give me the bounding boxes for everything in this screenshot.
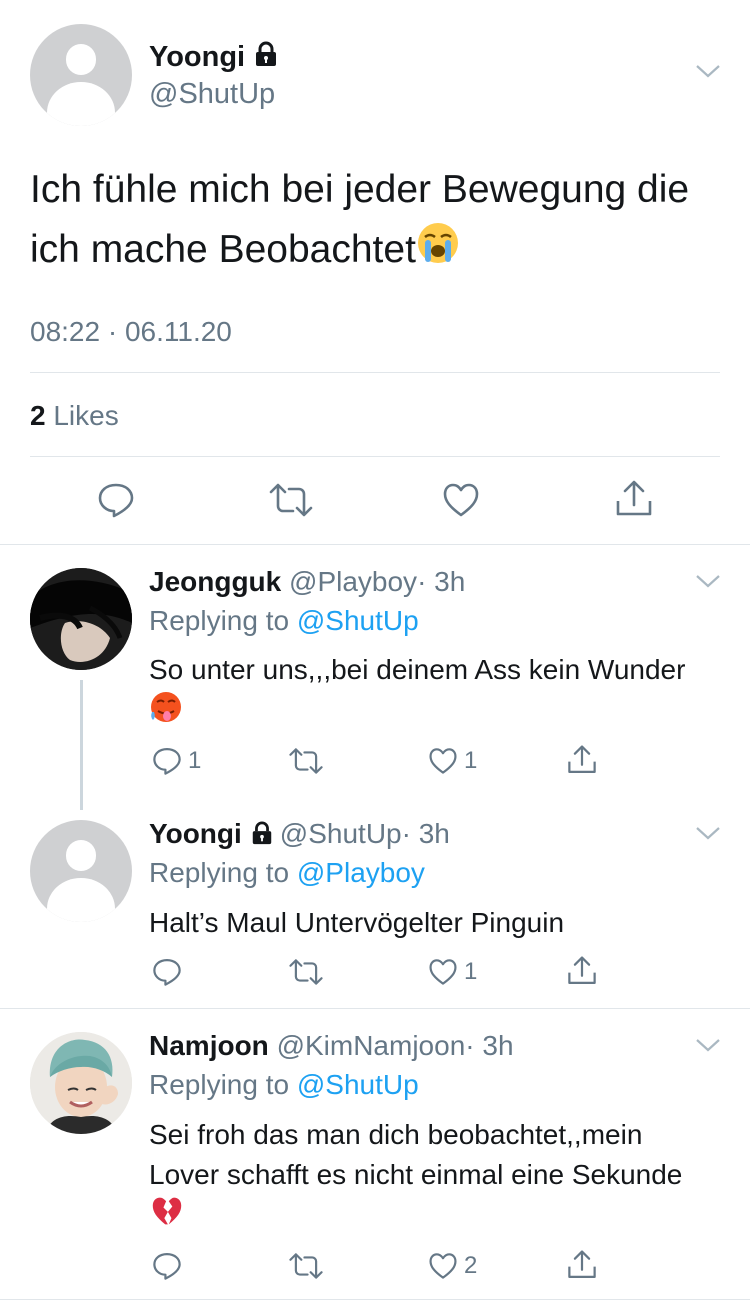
reply-text-content: So unter uns,,,bei deinem Ass kein Wunde… bbox=[149, 654, 686, 685]
like-count: 2 bbox=[464, 1252, 478, 1279]
like-count: 1 bbox=[464, 958, 478, 985]
divider bbox=[30, 456, 720, 457]
replying-label: Replying to bbox=[149, 1069, 290, 1100]
replying-label: Replying to bbox=[149, 857, 290, 888]
avatar[interactable] bbox=[30, 820, 132, 922]
author-handle[interactable]: @ShutUp bbox=[149, 78, 275, 111]
retweet-button[interactable] bbox=[288, 747, 324, 775]
share-button[interactable] bbox=[567, 1249, 597, 1281]
share-icon bbox=[568, 745, 596, 773]
chevron-down-icon[interactable] bbox=[695, 64, 721, 85]
chevron-down-icon[interactable] bbox=[695, 1038, 721, 1059]
likes-summary[interactable]: 2 Likes bbox=[30, 400, 119, 432]
author-block: Yoongi bbox=[149, 40, 279, 75]
tweet-timestamp: 08:22 · 06.11.20 bbox=[30, 316, 232, 347]
divider bbox=[0, 1299, 750, 1300]
like-button[interactable]: 1 bbox=[428, 747, 477, 775]
retweet-icon bbox=[269, 483, 313, 517]
heart-icon bbox=[429, 959, 457, 985]
likes-label: Likes bbox=[53, 400, 119, 431]
share-icon bbox=[568, 956, 596, 984]
comment-icon bbox=[153, 1253, 181, 1280]
lock-icon bbox=[253, 41, 279, 75]
heart-icon bbox=[429, 748, 457, 774]
author-name[interactable]: Yoongi bbox=[149, 41, 245, 73]
author-name[interactable]: Namjoon bbox=[149, 1030, 269, 1061]
reply-button[interactable] bbox=[152, 1251, 182, 1281]
reply-button[interactable] bbox=[152, 957, 182, 987]
reply-text: Halt’s Maul Untervögelter Pinguin bbox=[149, 907, 565, 938]
broken-heart-icon bbox=[149, 1195, 185, 1238]
comment-icon bbox=[153, 748, 181, 775]
reply-text: So unter uns,,,bei deinem Ass kein Wunde… bbox=[149, 650, 709, 735]
loudly-crying-face-icon bbox=[416, 221, 460, 283]
avatar[interactable] bbox=[30, 568, 132, 670]
divider bbox=[0, 1008, 750, 1009]
thread-line bbox=[80, 680, 83, 810]
author-handle[interactable]: @KimNamjoon bbox=[277, 1030, 466, 1061]
replying-to-link[interactable]: @ShutUp bbox=[297, 1069, 419, 1100]
reply-text-content: Sei froh das man dich beobachtet,,mein L… bbox=[149, 1119, 683, 1190]
chevron-down-icon[interactable] bbox=[695, 826, 721, 847]
retweet-icon bbox=[289, 959, 323, 985]
retweet-icon bbox=[289, 1253, 323, 1279]
chevron-down-icon[interactable] bbox=[695, 574, 721, 595]
replying-to-link[interactable]: @Playboy bbox=[297, 857, 425, 888]
like-count: 1 bbox=[464, 747, 478, 774]
reply-count: 1 bbox=[188, 747, 202, 774]
reply-header: Namjoon @KimNamjoon· 3h bbox=[149, 1030, 514, 1062]
heart-icon bbox=[443, 483, 479, 517]
avatar[interactable] bbox=[30, 24, 132, 126]
reply-time: · 3h bbox=[465, 1030, 514, 1061]
likes-count: 2 bbox=[30, 400, 46, 431]
retweet-icon bbox=[289, 748, 323, 774]
retweet-button[interactable] bbox=[288, 958, 324, 986]
divider bbox=[30, 372, 720, 373]
reply-time: · 3h bbox=[401, 818, 450, 849]
divider bbox=[0, 544, 750, 545]
replying-to: Replying to @ShutUp bbox=[149, 1069, 419, 1101]
author-name[interactable]: Jeongguk bbox=[149, 566, 281, 597]
hot-face-icon bbox=[149, 690, 183, 735]
replying-to-link[interactable]: @ShutUp bbox=[297, 605, 419, 636]
avatar[interactable] bbox=[30, 1032, 132, 1134]
heart-icon bbox=[429, 1253, 457, 1279]
reply-header: Jeongguk @Playboy· 3h bbox=[149, 566, 465, 598]
retweet-button[interactable] bbox=[288, 1252, 324, 1280]
author-handle[interactable]: @ShutUp bbox=[280, 818, 402, 849]
tweet-text: Ich fühle mich bei jeder Bewegung die ic… bbox=[30, 160, 730, 283]
reply-button[interactable] bbox=[97, 481, 135, 519]
lock-icon bbox=[250, 820, 274, 852]
share-icon bbox=[616, 480, 652, 516]
replying-label: Replying to bbox=[149, 605, 290, 636]
author-handle[interactable]: @Playboy bbox=[289, 566, 417, 597]
share-button[interactable] bbox=[567, 744, 597, 776]
comment-icon bbox=[153, 959, 181, 986]
retweet-button[interactable] bbox=[268, 482, 314, 518]
tweet-text-content: Ich fühle mich bei jeder Bewegung die ic… bbox=[30, 168, 690, 271]
reply-button[interactable]: 1 bbox=[152, 746, 201, 776]
like-button[interactable] bbox=[442, 482, 480, 518]
like-button[interactable]: 2 bbox=[428, 1252, 477, 1280]
replying-to: Replying to @Playboy bbox=[149, 857, 425, 889]
reply-header: Yoongi @ShutUp· 3h bbox=[149, 818, 450, 852]
author-name[interactable]: Yoongi bbox=[149, 818, 242, 849]
share-icon bbox=[568, 1250, 596, 1278]
replying-to: Replying to @ShutUp bbox=[149, 605, 419, 637]
like-button[interactable]: 1 bbox=[428, 958, 477, 986]
reply-time: · 3h bbox=[417, 566, 466, 597]
share-button[interactable] bbox=[615, 479, 653, 519]
comment-icon bbox=[98, 483, 134, 518]
share-button[interactable] bbox=[567, 955, 597, 987]
reply-text: Sei froh das man dich beobachtet,,mein L… bbox=[149, 1115, 709, 1238]
